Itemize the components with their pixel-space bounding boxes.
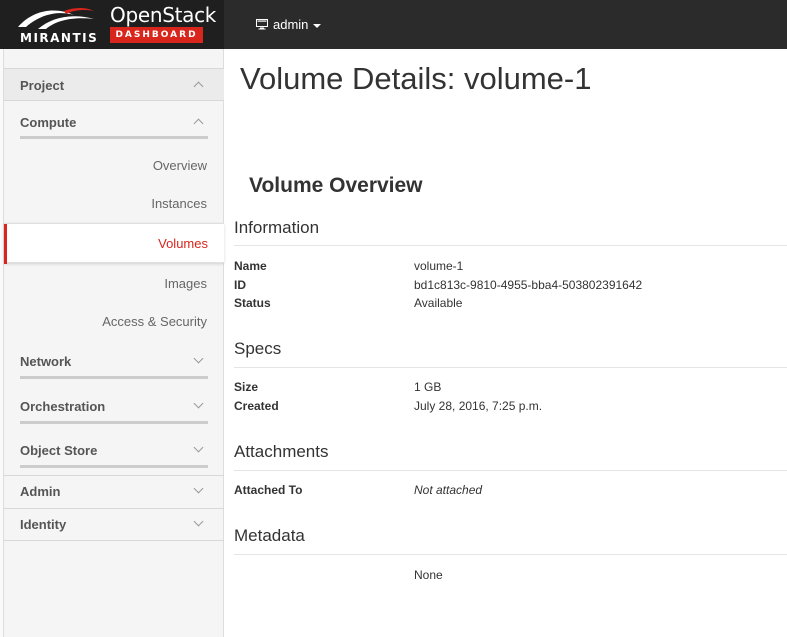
detail-value-id: bd1c813c-9810-4955-bba4-503802391642 — [414, 278, 643, 292]
sidebar-compute-label: Compute — [20, 115, 77, 130]
detail-value-status: Available — [414, 296, 463, 310]
sidebar-object-store-underline — [20, 465, 208, 468]
main-content: Volume Details: volume-1 Volume Overview… — [224, 49, 787, 637]
section-divider — [234, 554, 787, 555]
active-indicator — [4, 224, 7, 264]
sidebar-item-access-security[interactable]: Access & Security — [102, 314, 207, 329]
sidebar-item-instances[interactable]: Instances — [151, 196, 207, 211]
sidebar-network-underline — [20, 376, 208, 379]
sidebar-project-header[interactable]: Project — [4, 68, 224, 101]
chevron-down-icon — [193, 442, 204, 453]
sidebar: Project Compute Overview Instances Volum… — [4, 49, 224, 637]
mirantis-logo-icon — [18, 8, 94, 29]
overview-title: Volume Overview — [249, 174, 423, 197]
section-heading-metadata: Metadata — [234, 526, 305, 545]
sidebar-orchestration-label: Orchestration — [20, 399, 106, 414]
sidebar-divider — [4, 475, 224, 476]
section-divider — [234, 470, 787, 471]
sidebar-item-overview[interactable]: Overview — [153, 158, 207, 173]
detail-value-name: volume-1 — [414, 259, 464, 273]
sidebar-project-label: Project — [20, 78, 65, 93]
sidebar-divider — [4, 540, 224, 541]
chevron-up-icon — [193, 118, 204, 129]
detail-label-status: Status — [234, 296, 271, 310]
chevron-up-icon — [193, 81, 204, 92]
sidebar-item-images[interactable]: Images — [164, 276, 207, 291]
chevron-down-icon — [193, 483, 204, 494]
page-title: Volume Details: volume-1 — [240, 61, 592, 96]
detail-value-metadata: None — [414, 568, 443, 582]
detail-label-name: Name — [234, 259, 267, 273]
user-menu-label: admin — [273, 17, 309, 32]
sidebar-orchestration-underline — [20, 421, 208, 424]
detail-label-size: Size — [234, 380, 259, 394]
desktop-icon — [256, 19, 268, 30]
sidebar-compute-underline — [20, 136, 208, 139]
detail-value-size: 1 GB — [414, 380, 442, 394]
section-heading-attachments: Attachments — [234, 442, 329, 461]
sidebar-item-label: Volumes — [158, 236, 208, 251]
detail-label-attached-to: Attached To — [234, 483, 303, 497]
brand-logo[interactable]: MIRANTIS OpenStack DASHBOARD — [0, 0, 224, 49]
chevron-down-icon — [193, 353, 204, 364]
section-heading-information: Information — [234, 218, 320, 237]
detail-value-attached-to: Not attached — [414, 483, 483, 497]
sidebar-object-store-label: Object Store — [20, 443, 98, 458]
sidebar-admin-label: Admin — [20, 484, 61, 499]
top-navbar: MIRANTIS OpenStack DASHBOARD admin — [0, 0, 787, 49]
caret-down-icon — [313, 23, 322, 28]
mirantis-wordmark: MIRANTIS — [20, 31, 99, 45]
chevron-down-icon — [193, 516, 204, 527]
sidebar-divider — [4, 508, 224, 509]
sidebar-identity-label: Identity — [20, 517, 67, 532]
detail-label-created: Created — [234, 399, 279, 413]
section-divider — [234, 367, 787, 368]
user-menu-dropdown[interactable]: admin — [256, 17, 322, 32]
detail-label-id: ID — [234, 278, 246, 292]
chevron-down-icon — [193, 398, 204, 409]
section-divider — [234, 245, 787, 246]
detail-value-created: July 28, 2016, 7:25 p.m. — [414, 399, 543, 413]
openstack-wordmark: OpenStack — [110, 3, 217, 27]
section-heading-specs: Specs — [234, 339, 282, 358]
dashboard-badge: DASHBOARD — [110, 27, 203, 43]
sidebar-item-volumes[interactable]: Volumes — [4, 223, 224, 264]
sidebar-network-label: Network — [20, 354, 72, 369]
